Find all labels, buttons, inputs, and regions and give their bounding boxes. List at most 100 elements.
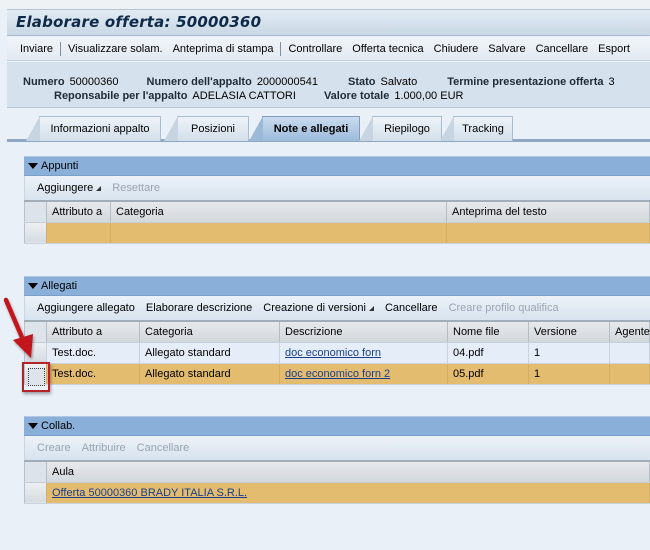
column-header[interactable]: Attributo a [46,200,111,223]
cell-descrizione: doc economico forn 2 [279,363,448,385]
tab-label: Riepilogo [384,123,430,135]
top-strip [0,0,650,9]
valore-value: 1.000,00 EUR [394,90,464,102]
table-row[interactable]: Test.doc. Allegato standard doc economic… [24,363,650,385]
cell-versione: 1 [528,342,610,364]
responsabile-value: ADELASIA CATTORI [192,90,296,102]
stato-label: Stato [348,76,376,88]
collapse-triangle-icon[interactable] [28,283,38,289]
table-row[interactable]: Test.doc. Allegato standard doc economic… [24,342,650,364]
allegati-header[interactable]: Allegati [24,276,650,296]
allegati-toolbar: Aggiungere allegato Elaborare descrizion… [24,296,650,320]
appalto-value: 2000000541 [256,76,318,88]
tab-posizioni[interactable]: Posizioni [164,116,249,141]
tab-note-e-allegati[interactable]: Note e allegati [249,116,360,141]
creare-button: Creare [37,442,71,454]
cell-categoria: Allegato standard [139,342,280,364]
allegati-table: Attributo a Categoria Descrizione Nome f… [24,320,650,385]
column-header[interactable]: Agente [609,320,650,343]
cell-anteprima [446,222,650,244]
tab-label: Informazioni appalto [50,123,150,135]
info-row-2: Reponsabile per l'appalto ADELASIA CATTOR… [54,90,485,102]
appunti-table: Attributo a Categoria Anteprima del test… [24,200,650,244]
page-title: Elaborare offerta: 50000360 [16,13,262,31]
row-selector[interactable] [24,482,47,504]
table-header-row: Attributo a Categoria Descrizione Nome f… [24,320,650,343]
cell-attributo [46,222,111,244]
tab-tracking[interactable]: Tracking [440,116,513,141]
cell-attributo: Test.doc. [46,342,140,364]
descrizione-link[interactable]: doc economico forn 2 [285,368,390,380]
aggiungere-label: Aggiungere [37,182,94,194]
termine-label: Termine presentazione offerta [447,76,604,88]
creazione-versioni-button[interactable]: Creazione di versioni [263,302,374,314]
cell-aula: Offerta 50000360 BRADY ITALIA S.R.L. [46,482,650,504]
column-header[interactable]: Categoria [110,200,447,223]
column-header[interactable]: Categoria [139,320,280,343]
collab-table: Aula Offerta 50000360 BRADY ITALIA S.R.L… [24,460,650,504]
header-info-panel: Numero 50000360 Numero dell'appalto 2000000… [7,62,650,108]
cancellare-button[interactable]: Cancellare [385,302,438,314]
appunti-toolbar: Aggiungere Resettare [24,176,650,200]
send-button[interactable]: Inviare [15,43,58,55]
collab-title: Collab. [41,420,76,432]
check-button[interactable]: Controllare [283,43,347,55]
info-row-1: Numero 50000360 Numero dell'appalto 2000000… [23,76,637,88]
collab-header[interactable]: Collab. [24,416,650,436]
tab-strip: Informazioni appalto Posizioni Note e al… [7,112,650,142]
cancellare-button: Cancellare [136,442,190,454]
collapse-triangle-icon[interactable] [28,423,38,429]
collab-section: Collab. Creare Attribuire Cancellare Aul… [24,416,650,504]
focused-row-selector[interactable] [28,368,45,386]
numero-label: Numero [23,76,65,88]
table-header-row: Aula [24,460,650,483]
cell-versione: 1 [528,363,610,385]
attribuire-button: Attribuire [81,442,126,454]
column-header[interactable]: Attributo a [46,320,140,343]
stato-value: Salvato [380,76,418,88]
descrizione-link[interactable]: doc economico forn [285,347,381,359]
cell-agente [609,342,650,364]
tab-informazioni-appalto[interactable]: Informazioni appalto [26,116,161,141]
row-selector[interactable] [24,222,47,244]
elaborare-descrizione-button[interactable]: Elaborare descrizione [146,302,252,314]
annotation-highlight-box [22,362,50,392]
select-all-cell[interactable] [24,460,47,483]
aula-link[interactable]: Offerta 50000360 BRADY ITALIA S.R.L. [52,487,247,499]
column-header[interactable]: Anteprima del testo [446,200,650,223]
display-only-button[interactable]: Visualizzare solam. [63,43,168,55]
allegati-title: Allegati [41,280,78,292]
column-header[interactable]: Versione [528,320,610,343]
save-button[interactable]: Salvare [483,43,530,55]
creare-profilo-qualifica-button: Creare profilo qualifica [448,302,559,314]
export-button[interactable]: Esport [593,43,635,55]
title-bar: Elaborare offerta: 50000360 [7,9,650,36]
close-button[interactable]: Chiudere [429,43,484,55]
annotation-arrow-icon [3,297,33,358]
resettare-button: Resettare [112,182,160,194]
allegati-section: Allegati Aggiungere allegato Elaborare d… [24,276,650,385]
appunti-header[interactable]: Appunti [24,156,650,176]
cell-attributo: Test.doc. [46,363,140,385]
aggiungere-button[interactable]: Aggiungere [37,182,102,194]
table-row[interactable]: Offerta 50000360 BRADY ITALIA S.R.L. [24,482,650,504]
technical-offer-button[interactable]: Offerta tecnica [347,43,428,55]
toolbar-separator [280,41,282,56]
column-header[interactable]: Nome file [447,320,529,343]
cell-nome-file: 04.pdf [447,342,529,364]
aggiungere-allegato-button[interactable]: Aggiungere allegato [37,302,135,314]
delete-button[interactable]: Cancellare [531,43,594,55]
cell-categoria [110,222,447,244]
select-all-cell[interactable] [24,200,47,223]
column-header[interactable]: Aula [46,460,650,483]
numero-value: 50000360 [69,76,119,88]
responsabile-label: Reponsabile per l'appalto [54,90,188,102]
tab-riepilogo[interactable]: Riepilogo [359,116,442,141]
column-header[interactable]: Descrizione [279,320,448,343]
collapse-triangle-icon[interactable] [28,163,38,169]
main-toolbar: Inviare Visualizzare solam. Anteprima di… [7,37,650,61]
valore-label: Valore totale [323,90,390,102]
table-row[interactable] [24,222,650,244]
tab-label: Tracking [462,123,504,135]
print-preview-button[interactable]: Anteprima di stampa [168,43,279,55]
